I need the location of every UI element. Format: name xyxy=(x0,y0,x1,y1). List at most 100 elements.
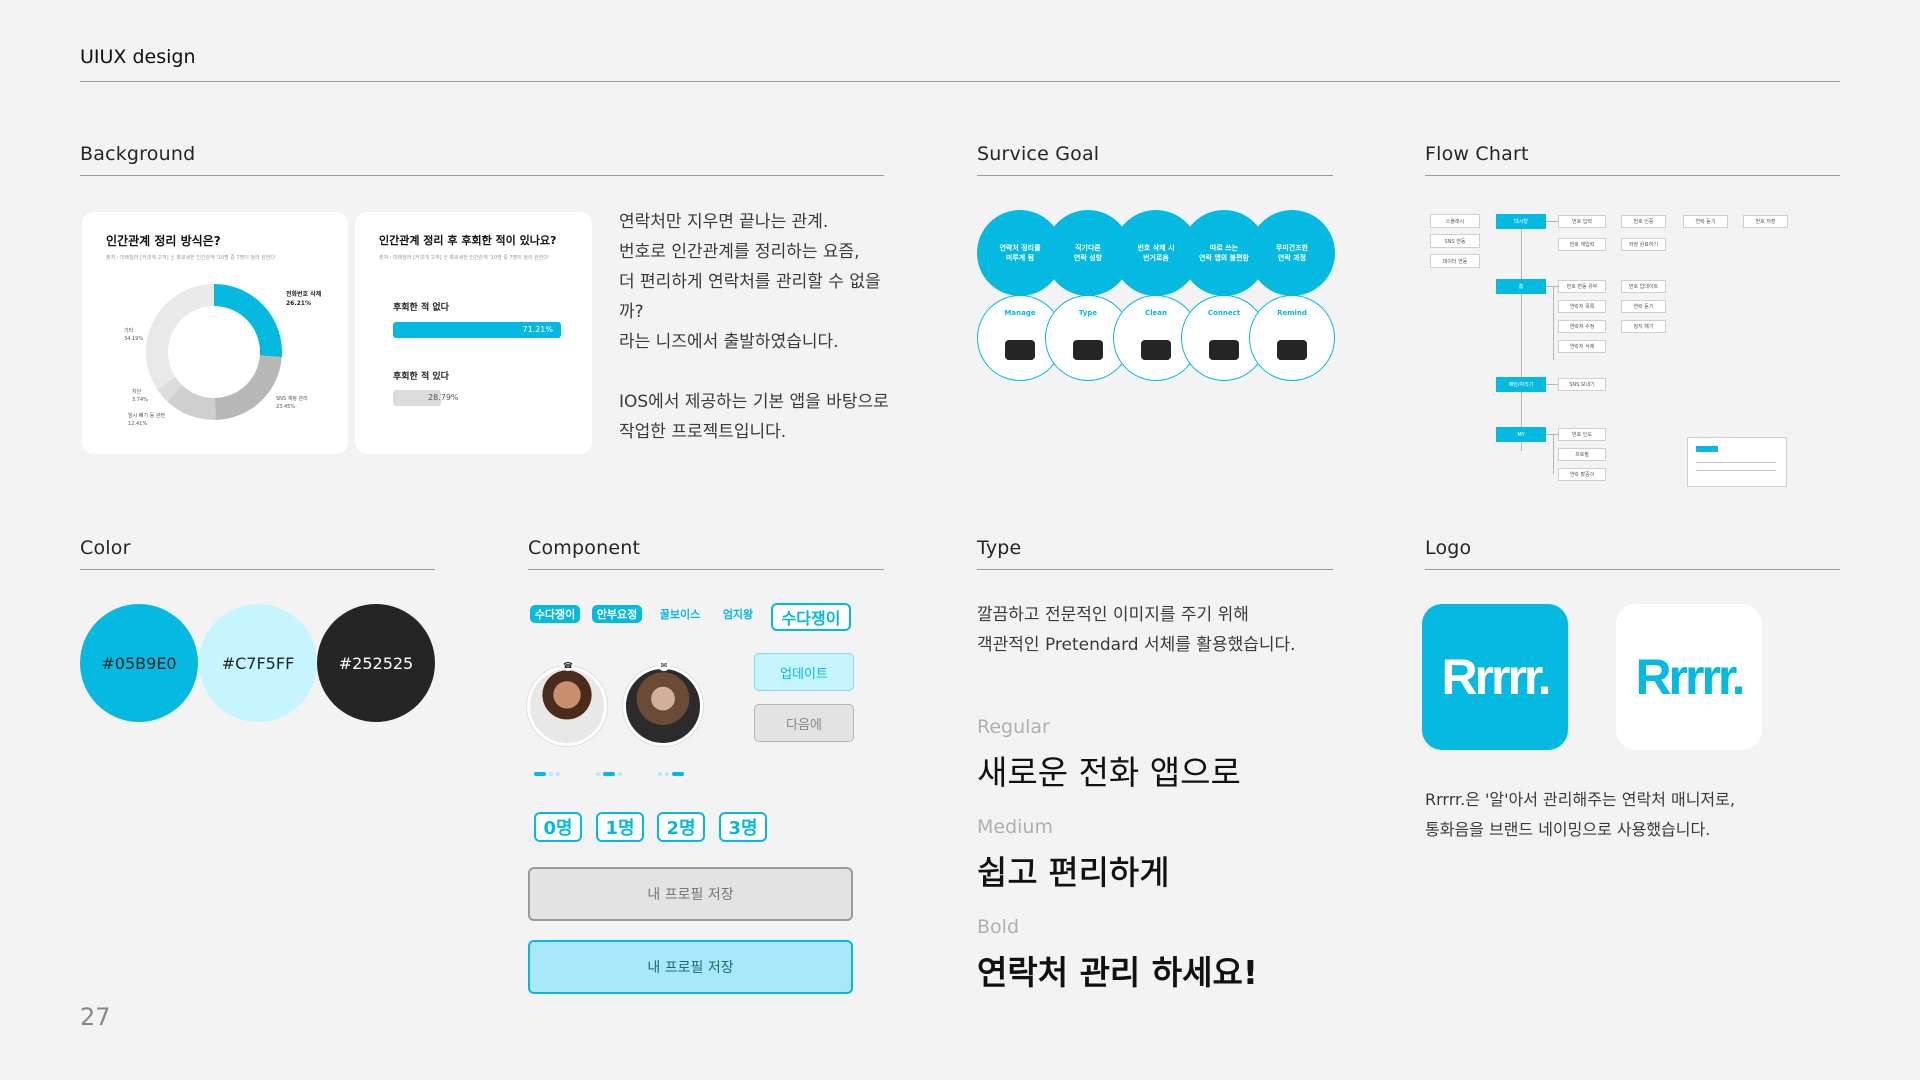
fc-node-3: 번호 인증 xyxy=(1621,215,1666,228)
chip-chatty-large[interactable]: 수다쟁이 xyxy=(771,603,851,631)
chip-thumb-king[interactable]: 엄지왕 xyxy=(718,605,758,623)
avatar-woman xyxy=(623,666,703,746)
background-divider xyxy=(80,175,884,176)
survey-card-2-source: 출처 : 미래질러 [커넷게 고객] 신 혹쿄세한 인간관계 '10명 중 7명… xyxy=(379,255,550,261)
donut-chart xyxy=(146,284,282,420)
donut-label-etc: 기타 34.19% xyxy=(124,327,143,343)
bar-2-track: 28.79% xyxy=(393,390,561,406)
bar-1-value: 71.21% xyxy=(522,325,553,334)
logo-description: Rrrrr.은 '알'아서 관리해주는 연락처 매니저로, 통화음을 브랜드 네… xyxy=(1425,790,1735,839)
medium-label: Medium xyxy=(977,816,1053,838)
phone-icon: ☎ xyxy=(562,659,574,671)
survey-card-1: 인간관계 정리 방식은? 출처 : 미래질러 [커넷게 고객] 신 혹쿄세한 인… xyxy=(82,212,348,454)
swatch-light: #C7F5FF xyxy=(199,604,317,722)
bold-label: Bold xyxy=(977,916,1019,938)
flow-chart-diagram: 스플래시 SNS 연동 데이터 연동 대시형 홈 패턴/차리기 MY 번호 입력… xyxy=(1425,205,1840,490)
fc-node-8: 연락처 목록 xyxy=(1558,300,1606,313)
donut-label-block-value: 3.74% xyxy=(132,397,148,403)
flow-chart-title: Flow Chart xyxy=(1425,143,1529,165)
fc-mini-line-1 xyxy=(1696,462,1776,463)
type-title: Type xyxy=(977,537,1022,559)
donut-label-sns: SNS 계정 관리 23.45% xyxy=(276,395,308,411)
regular-sample: 새로운 전화 앱으로 xyxy=(977,753,1241,792)
fc-node-10: 연락처 삭제 xyxy=(1558,340,1606,353)
count-chip-3[interactable]: 3명 xyxy=(719,812,767,842)
avatar-man xyxy=(527,666,607,746)
donut-label-block-text: 차단 xyxy=(132,389,142,395)
logo-inverse: Rrrrr. xyxy=(1616,604,1762,750)
donut-label-sns-text: SNS 계정 관리 xyxy=(276,396,308,402)
service-goal-phone-mock-1 xyxy=(1005,340,1035,360)
donut-slice-2 xyxy=(214,355,282,420)
background-title: Background xyxy=(80,143,196,165)
regular-label: Regular xyxy=(977,716,1050,738)
survey-card-1-source: 출처 : 미래질러 [커넷게 고객] 신 혹쿄세한 인간관계 '10명 중 7명… xyxy=(106,255,277,261)
indicator-1-dot-2 xyxy=(549,772,553,776)
fc-node-6: 저장 완료하기 xyxy=(1621,238,1666,251)
service-goal-divider xyxy=(977,175,1333,176)
bar-1-label: 후회한 적 없다 xyxy=(393,303,449,313)
logo-divider xyxy=(1425,569,1840,570)
component-divider xyxy=(528,569,884,570)
indicator-3-active xyxy=(672,772,684,776)
count-chip-2[interactable]: 2명 xyxy=(657,812,705,842)
survey-card-2-title: 인간관계 정리 후 후회한 적이 있나요? xyxy=(379,234,557,247)
count-chip-0[interactable]: 0명 xyxy=(534,812,582,842)
fc-node-1: 번호 입력 xyxy=(1558,215,1606,228)
save-profile-button-disabled[interactable]: 내 프로필 저장 xyxy=(528,867,853,921)
donut-label-temp-value: 12.41% xyxy=(128,421,148,427)
medium-sample: 쉽고 편리하게 xyxy=(977,853,1170,893)
service-goal-phone-mock-5 xyxy=(1277,340,1307,360)
later-button[interactable]: 다음에 xyxy=(754,704,854,742)
fc-node-4: 연락 듣기 xyxy=(1683,215,1728,228)
logo-title: Logo xyxy=(1425,537,1472,559)
fc-main-node-1: 대시형 xyxy=(1496,214,1546,229)
color-divider xyxy=(80,569,435,570)
count-chip-1[interactable]: 1명 xyxy=(596,812,644,842)
service-goal-phone-mock-2 xyxy=(1073,340,1103,360)
fc-main-node-3: 패턴/차리기 xyxy=(1496,377,1546,392)
fc-node-16: 프로필 xyxy=(1558,448,1606,461)
service-goal-solution-title-5: Remind xyxy=(1277,309,1307,317)
service-goal-solution-circle-5 xyxy=(1249,295,1335,381)
donut-label-temp: 임시 빼기 등 관련 12.41% xyxy=(128,412,165,428)
fc-mini-line-2 xyxy=(1696,470,1776,471)
background-description: 연락처만 지우면 끝나는 관계. 번호로 인간관계를 정리하는 요즘, 더 편리… xyxy=(619,212,889,442)
swatch-primary: #05B9E0 xyxy=(80,604,198,722)
indicator-2-dot-1 xyxy=(596,772,600,776)
fc-branch-2-v xyxy=(1553,286,1554,360)
swatch-dark-label: #252525 xyxy=(338,653,414,673)
fc-node-2: 번호 재입력 xyxy=(1558,238,1606,251)
chip-honey-voice[interactable]: 꿀보이스 xyxy=(655,605,705,623)
swatch-dark: #252525 xyxy=(317,604,435,722)
fc-branch-3 xyxy=(1546,384,1558,385)
fc-spine xyxy=(1521,221,1522,451)
swatch-primary-label: #05B9E0 xyxy=(101,653,177,673)
bar-2-value: 28.79% xyxy=(428,393,459,402)
fc-main-node-4: MY xyxy=(1496,427,1546,442)
fc-branch-1 xyxy=(1546,221,1558,222)
fc-branch-4 xyxy=(1546,434,1558,435)
fc-branch-4-v xyxy=(1553,434,1554,474)
donut-label-etc-value: 34.19% xyxy=(124,336,144,342)
update-button[interactable]: 업데이트 xyxy=(754,653,854,691)
indicator-2-dot-3 xyxy=(618,772,622,776)
chip-chatty[interactable]: 수다쟁이 xyxy=(530,605,580,623)
donut-label-phone: 전화번호 삭제 26.21% xyxy=(286,290,321,308)
indicator-3-dot-1 xyxy=(658,772,662,776)
fc-node-7: 번호 변동 유무 xyxy=(1558,280,1606,293)
type-description: 깔끔하고 전문적인 이미지를 주기 위해 객관적인 Pretendard 서체를… xyxy=(977,605,1296,655)
fc-node-13: 정지 해기 xyxy=(1621,320,1666,333)
fc-node-15: 번호 인도 xyxy=(1558,428,1606,441)
donut-label-sns-value: 23.45% xyxy=(276,404,296,410)
fc-mini-screen xyxy=(1687,437,1787,487)
bold-sample: 연락처 관리 하세요! xyxy=(977,953,1258,992)
save-profile-button-active[interactable]: 내 프로필 저장 xyxy=(528,940,853,994)
fc-box-sns: SNS 연동 xyxy=(1430,234,1480,248)
donut-label-block: 차단 3.74% xyxy=(132,388,148,404)
donut-label-phone-text: 전화번호 삭제 xyxy=(286,291,322,298)
color-title: Color xyxy=(80,537,131,559)
chip-greeting[interactable]: 안부요정 xyxy=(592,605,642,623)
fc-node-17: 연락 할중이 xyxy=(1558,468,1606,481)
indicator-3-dot-2 xyxy=(665,772,669,776)
